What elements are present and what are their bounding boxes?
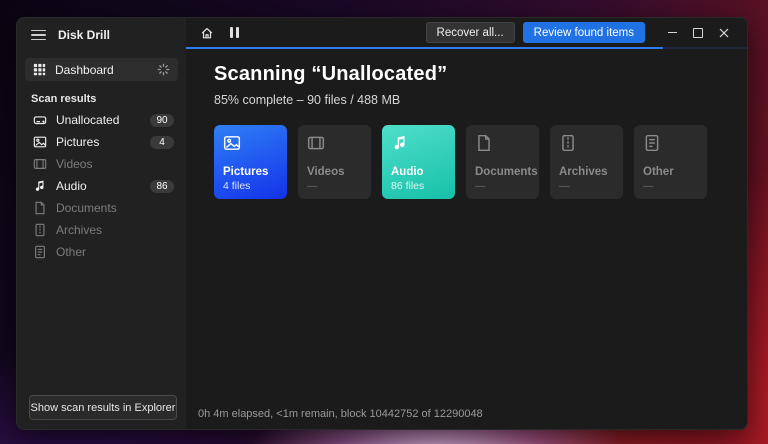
archive-icon bbox=[559, 134, 615, 154]
file-icon bbox=[643, 134, 699, 154]
sidebar-item-label: Pictures bbox=[56, 135, 141, 149]
sidebar-item-label: Videos bbox=[56, 157, 174, 171]
hamburger-menu-icon[interactable] bbox=[31, 30, 46, 41]
file-icon bbox=[33, 245, 47, 259]
card-name: Documents bbox=[475, 166, 531, 178]
scan-progress-summary: 85% complete – 90 files / 488 MB bbox=[214, 93, 747, 107]
card-name: Audio bbox=[391, 166, 447, 178]
app-title: Disk Drill bbox=[58, 28, 110, 42]
count-badge: 4 bbox=[150, 136, 174, 149]
drive-icon bbox=[33, 113, 47, 127]
sidebar-item-audio[interactable]: Audio 86 bbox=[17, 175, 186, 197]
sidebar-item-dashboard[interactable]: Dashboard bbox=[25, 58, 178, 81]
status-bar: 0h 4m elapsed, <1m remain, block 1044275… bbox=[186, 399, 747, 429]
card-count: — bbox=[475, 180, 531, 192]
maximize-icon[interactable] bbox=[685, 22, 711, 44]
sidebar-item-archives[interactable]: Archives bbox=[17, 219, 186, 241]
count-badge: 86 bbox=[150, 180, 174, 193]
category-card-audio[interactable]: Audio 86 files bbox=[382, 125, 455, 199]
category-cards: Pictures 4 files Videos — bbox=[214, 125, 747, 199]
main-panel: Recover all... Review found items Scanni… bbox=[186, 18, 747, 429]
archive-icon bbox=[33, 223, 47, 237]
card-name: Archives bbox=[559, 166, 615, 178]
count-badge: 90 bbox=[150, 114, 174, 127]
scan-content: Scanning “Unallocated” 85% complete – 90… bbox=[186, 49, 747, 399]
toolbar: Recover all... Review found items bbox=[186, 18, 747, 47]
music-note-icon bbox=[391, 134, 447, 154]
sidebar-item-documents[interactable]: Documents bbox=[17, 197, 186, 219]
sidebar-item-label: Dashboard bbox=[55, 63, 114, 77]
scan-results-section-label: Scan results bbox=[17, 81, 186, 109]
music-note-icon bbox=[33, 179, 47, 193]
sidebar-item-label: Archives bbox=[56, 223, 174, 237]
recover-all-button[interactable]: Recover all... bbox=[426, 22, 515, 43]
sidebar-item-videos[interactable]: Videos bbox=[17, 153, 186, 175]
picture-icon bbox=[223, 134, 279, 154]
card-count: 4 files bbox=[223, 180, 279, 192]
scan-results-list: Unallocated 90 Pictures 4 Videos bbox=[17, 109, 186, 263]
sidebar: Disk Drill Dashboard Scan result bbox=[17, 18, 186, 429]
minimize-icon[interactable] bbox=[659, 22, 685, 44]
sidebar-item-label: Documents bbox=[56, 201, 174, 215]
page-title: Scanning “Unallocated” bbox=[214, 63, 747, 86]
sidebar-item-other[interactable]: Other bbox=[17, 241, 186, 263]
card-count: 86 files bbox=[391, 180, 447, 192]
sidebar-item-label: Unallocated bbox=[56, 113, 141, 127]
card-count: — bbox=[307, 180, 363, 192]
review-found-items-button[interactable]: Review found items bbox=[523, 22, 645, 43]
sidebar-item-pictures[interactable]: Pictures 4 bbox=[17, 131, 186, 153]
sidebar-item-label: Other bbox=[56, 245, 174, 259]
category-card-pictures[interactable]: Pictures 4 files bbox=[214, 125, 287, 199]
sidebar-item-label: Audio bbox=[56, 179, 141, 193]
film-icon bbox=[307, 134, 363, 154]
category-card-documents[interactable]: Documents — bbox=[466, 125, 539, 199]
card-name: Pictures bbox=[223, 166, 279, 178]
card-count: — bbox=[559, 180, 615, 192]
card-name: Other bbox=[643, 166, 699, 178]
document-icon bbox=[475, 134, 531, 154]
grid-icon bbox=[33, 63, 46, 76]
category-card-archives[interactable]: Archives — bbox=[550, 125, 623, 199]
category-card-other[interactable]: Other — bbox=[634, 125, 707, 199]
category-card-videos[interactable]: Videos — bbox=[298, 125, 371, 199]
pause-icon[interactable] bbox=[230, 27, 239, 38]
film-icon bbox=[33, 157, 47, 171]
disk-drill-window: Disk Drill Dashboard Scan result bbox=[16, 17, 748, 430]
sidebar-item-unallocated[interactable]: Unallocated 90 bbox=[17, 109, 186, 131]
scanning-spinner-icon bbox=[157, 63, 170, 76]
home-icon[interactable] bbox=[200, 26, 214, 40]
picture-icon bbox=[33, 135, 47, 149]
show-scan-results-in-explorer-button[interactable]: Show scan results in Explorer bbox=[29, 395, 177, 420]
close-icon[interactable] bbox=[711, 22, 737, 44]
card-count: — bbox=[643, 180, 699, 192]
window-controls bbox=[659, 22, 737, 44]
scan-status-text: 0h 4m elapsed, <1m remain, block 1044275… bbox=[198, 408, 483, 420]
document-icon bbox=[33, 201, 47, 215]
card-name: Videos bbox=[307, 166, 363, 178]
sidebar-header: Disk Drill bbox=[17, 18, 186, 50]
